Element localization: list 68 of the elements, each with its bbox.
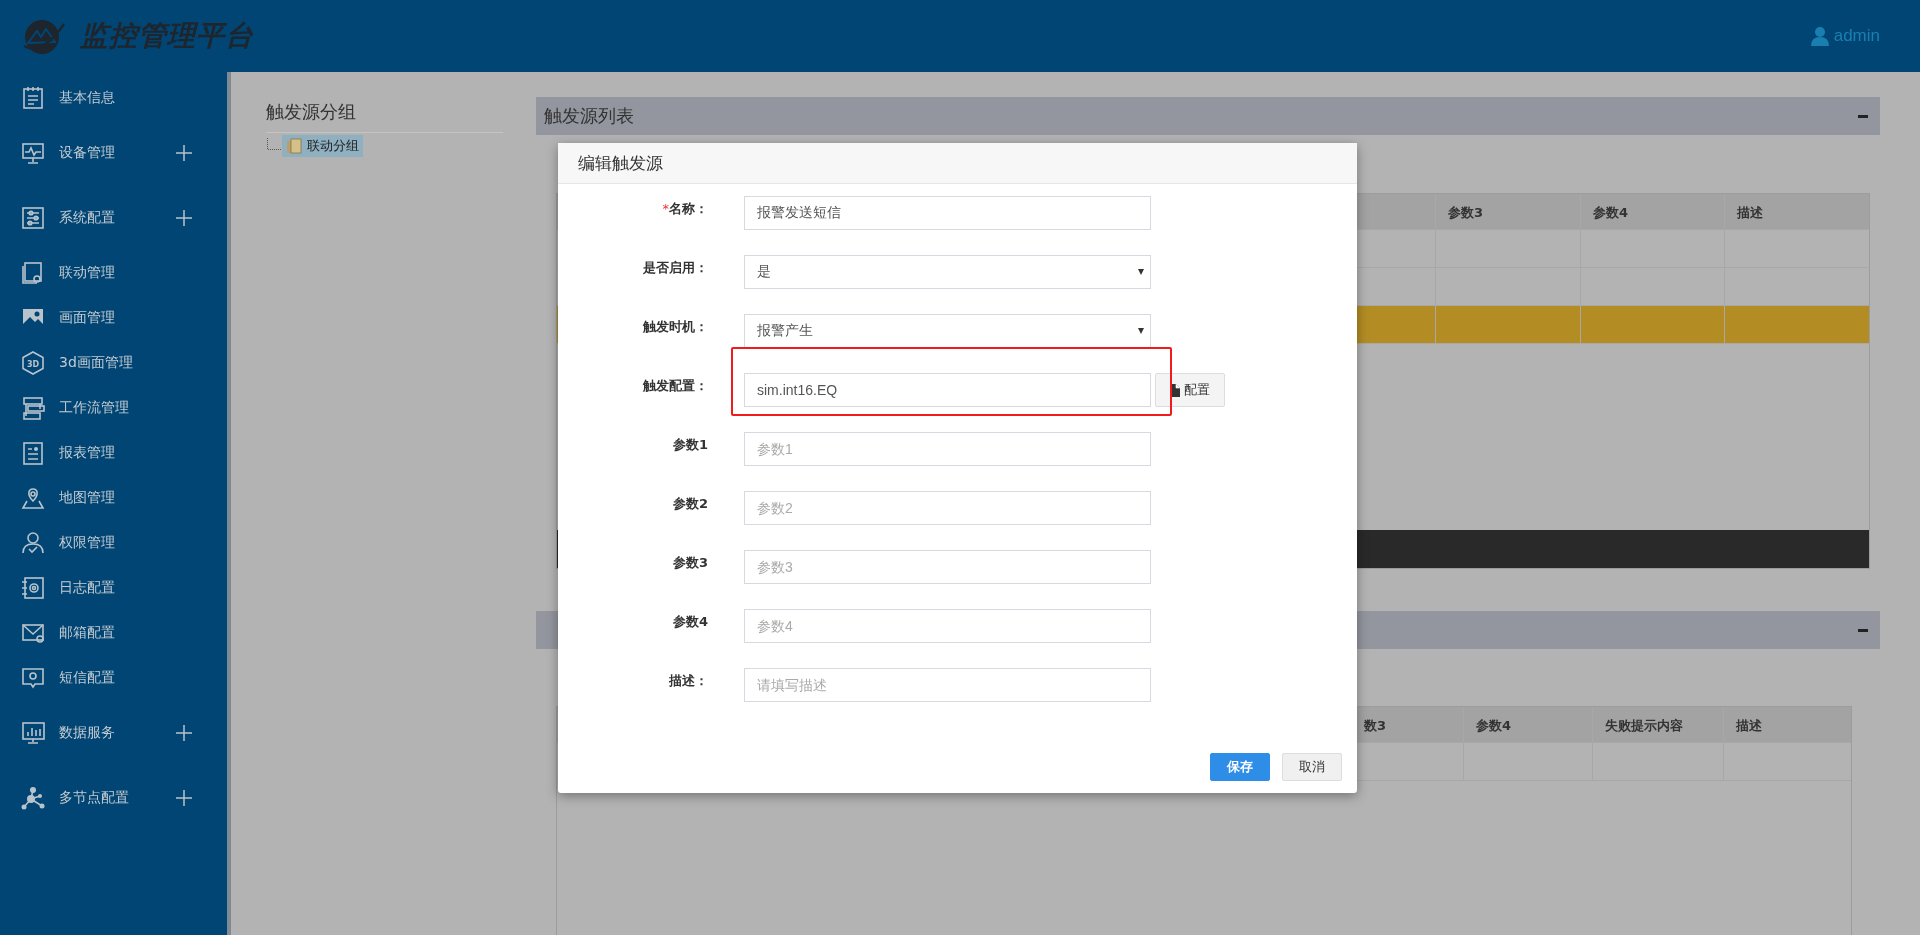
input-field[interactable]: 参数3 xyxy=(744,550,1151,584)
field-label: 参数2 xyxy=(671,495,708,513)
column-header: 参数4 xyxy=(1463,707,1592,742)
nav-item[interactable]: 邮箱配置 xyxy=(0,610,227,655)
folder-icon xyxy=(286,138,302,154)
nav-item[interactable]: 基本信息 xyxy=(0,75,227,120)
field-label: *名称： xyxy=(661,200,708,218)
sliders-icon xyxy=(21,205,45,230)
input-field[interactable]: 参数2 xyxy=(744,491,1151,525)
field-label: 参数3 xyxy=(671,554,708,572)
nav-item[interactable]: 3D 3d画面管理 xyxy=(0,340,227,385)
column-header: 描述 xyxy=(1723,707,1851,742)
input-field[interactable]: 参数1 xyxy=(744,432,1151,466)
hexagon-icon: 3D xyxy=(21,350,45,375)
field-label: 触发时机： xyxy=(642,318,708,336)
nav-item[interactable]: 设备管理 xyxy=(0,120,227,185)
report-icon xyxy=(21,440,45,465)
nav-item[interactable]: 工作流管理 xyxy=(0,385,227,430)
flowchart-icon xyxy=(21,395,45,420)
app-title: 监控管理平台 xyxy=(80,18,254,54)
save-button[interactable]: 保存 xyxy=(1210,753,1270,781)
nav-item[interactable]: 系统配置 xyxy=(0,185,227,250)
caret-icon xyxy=(1138,328,1144,334)
collapse-icon[interactable] xyxy=(1858,114,1868,118)
nav-item[interactable]: 数据服务 xyxy=(0,700,227,765)
field-label: 参数4 xyxy=(671,613,708,631)
nav-item[interactable]: 联动管理 xyxy=(0,250,227,295)
nav-item[interactable]: 多节点配置 xyxy=(0,765,227,830)
column-header: 描述 xyxy=(1724,194,1869,229)
nav-item[interactable]: 地图管理 xyxy=(0,475,227,520)
panel-title: 触发源列表 xyxy=(544,104,635,128)
panel-title: 触发源分组 xyxy=(266,97,503,133)
collapse-icon[interactable] xyxy=(1858,628,1868,632)
map-pin-icon xyxy=(21,485,45,510)
user-icon xyxy=(1810,26,1829,46)
cancel-button[interactable]: 取消 xyxy=(1282,753,1342,781)
caret-icon xyxy=(1138,269,1144,275)
tree-connector-icon xyxy=(267,138,281,150)
field-label: 参数1 xyxy=(671,436,708,454)
nodes-icon xyxy=(21,785,45,810)
nav-item[interactable]: 报表管理 xyxy=(0,430,227,475)
dialog-title: 编辑触发源 xyxy=(558,143,1357,184)
tree-node[interactable]: 联动分组 xyxy=(282,135,363,157)
nav-item[interactable]: 权限管理 xyxy=(0,520,227,565)
field-label: 描述： xyxy=(668,672,708,690)
user-icon xyxy=(21,530,45,555)
input-field[interactable]: sim.int16.EQ xyxy=(744,373,1151,407)
column-header: 失败提示内容 xyxy=(1592,707,1723,742)
notepad-icon xyxy=(21,85,45,110)
field-label: 是否启用： xyxy=(642,259,708,277)
input-field[interactable]: 请填写描述 xyxy=(744,668,1151,702)
file-icon xyxy=(1170,383,1180,397)
field-label: 触发配置： xyxy=(642,377,708,395)
dropdown-field[interactable]: 报警产生 xyxy=(744,314,1151,348)
chat-gear-icon xyxy=(21,665,45,690)
nav-item[interactable]: 画面管理 xyxy=(0,295,227,340)
nav-item[interactable]: 日志配置 xyxy=(0,565,227,610)
column-header: 参数3 xyxy=(1435,194,1580,229)
nav-item[interactable]: 短信配置 xyxy=(0,655,227,700)
config-button[interactable]: 配置 xyxy=(1155,373,1225,407)
monitor-icon xyxy=(21,140,45,165)
column-header: 参数4 xyxy=(1580,194,1724,229)
input-field[interactable]: 参数4 xyxy=(744,609,1151,643)
bar-chart-icon xyxy=(21,720,45,745)
gear-icon xyxy=(21,575,45,600)
input-field[interactable]: 报警发送短信 xyxy=(744,196,1151,230)
document-icon xyxy=(21,260,45,285)
dropdown-field[interactable]: 是 xyxy=(744,255,1151,289)
